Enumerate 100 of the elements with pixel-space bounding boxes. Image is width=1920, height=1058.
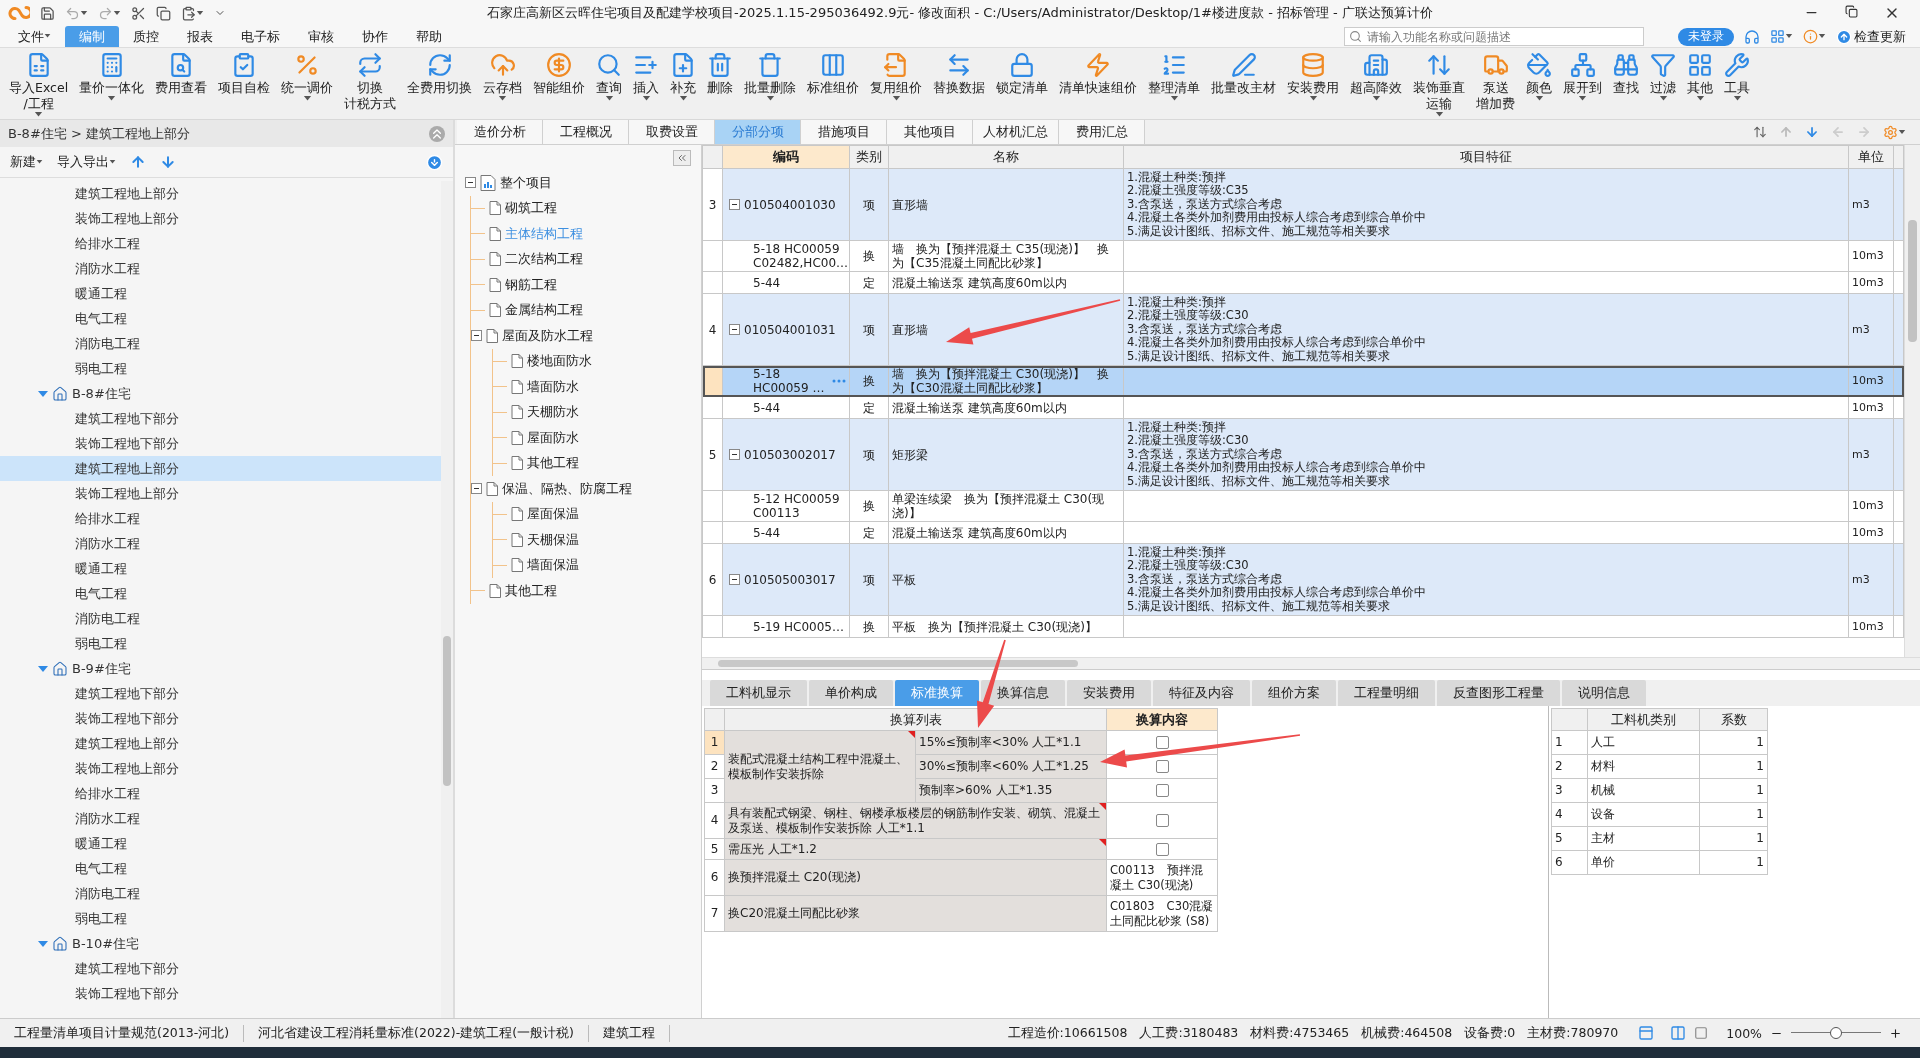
undo-icon[interactable]	[65, 5, 80, 21]
move-down-icon[interactable]	[160, 154, 176, 170]
tab[interactable]: 工程概况	[543, 120, 629, 144]
table-row[interactable]: 5-18 HC00059 C02482,HC00… 换 墙 换为【预拌混凝土 C35(现浇)】 换为【C35混凝土同配比砂浆】 10m3	[702, 240, 1904, 272]
tab[interactable]: 反查图形工程量	[1437, 680, 1560, 706]
tree-item[interactable]: 建筑工程地下部分	[0, 406, 441, 431]
tree-item[interactable]: 消防水工程	[0, 531, 441, 556]
tab[interactable]: 人材机汇总	[973, 120, 1059, 144]
checkbox[interactable]	[1155, 736, 1169, 749]
tree-item[interactable]: 天棚保温	[527, 530, 579, 549]
toolbar-button[interactable]: 补充	[667, 52, 700, 102]
toolbar-button[interactable]: 批量删除	[741, 52, 800, 102]
toolbar-button[interactable]: 删除	[704, 52, 737, 96]
tree-item[interactable]: B-8#住宅	[72, 384, 131, 403]
table-row[interactable]: 5-18 HC00059 … 换 墙 换为【预拌混凝土 C30(现浇)】 换为【C30混凝土同配比砂浆】 10m3	[702, 365, 1904, 397]
tree-item[interactable]: 装饰工程地下部分	[0, 431, 441, 456]
collapse-icon[interactable]	[729, 449, 740, 460]
toolbar-button[interactable]: 插入	[630, 52, 663, 102]
menu-tab[interactable]: 电子标	[227, 26, 294, 47]
tree-item[interactable]: 给排水工程	[0, 781, 441, 806]
checkbox[interactable]	[1155, 760, 1169, 773]
toolbar-button[interactable]: 复用组价	[867, 52, 926, 102]
table-row[interactable]: 5-44 定 混凝土输送泵 建筑高度60m以内 10m3	[702, 396, 1904, 419]
toolbar-button[interactable]: 费用查看	[152, 52, 211, 96]
tab[interactable]: 说明信息	[1562, 680, 1646, 706]
tree-item[interactable]: 建筑工程地上部分	[0, 731, 441, 756]
tree-item[interactable]: 建筑工程地上部分	[0, 181, 441, 206]
tree-item[interactable]: 装饰工程地上部分	[0, 756, 441, 781]
copy-icon[interactable]	[156, 5, 171, 21]
tree-item[interactable]: 装饰工程地上部分	[0, 481, 441, 506]
restore-icon[interactable]	[1845, 5, 1858, 18]
scrollbar[interactable]	[441, 181, 453, 1018]
search-field[interactable]: 请输入功能名称或问题描述	[1344, 27, 1644, 46]
menu-tab[interactable]: 审核	[294, 26, 348, 47]
cut-icon[interactable]	[131, 5, 146, 21]
tree-item[interactable]: 消防电工程	[0, 881, 441, 906]
move-up-icon[interactable]	[1779, 125, 1793, 139]
tree-item[interactable]: 消防水工程	[0, 256, 441, 281]
toolbar-button[interactable]: 批量改主材	[1208, 52, 1280, 96]
tree-item[interactable]: 砌筑工程	[505, 199, 557, 218]
column-header[interactable]: 名称	[888, 145, 1124, 169]
collapse-icon[interactable]	[465, 177, 476, 189]
tab[interactable]: 造价分析	[457, 120, 543, 144]
menu-tab[interactable]: 文件	[4, 26, 65, 47]
toolbar-button[interactable]: 标准组价	[804, 52, 863, 96]
column-header[interactable]: 类别	[849, 145, 889, 169]
tree-item[interactable]: 屋面防水	[527, 428, 579, 447]
tree-item[interactable]: 屋面及防水工程	[502, 326, 593, 345]
toolbar-button[interactable]: 锁定清单	[993, 52, 1052, 96]
tree-item[interactable]: 电气工程	[0, 581, 441, 606]
tab[interactable]: 特征及内容	[1153, 680, 1250, 706]
more-icon[interactable]	[832, 379, 846, 383]
paste-icon[interactable]	[181, 5, 196, 21]
tab[interactable]: 费用汇总	[1059, 120, 1145, 144]
tree-item[interactable]: 其他工程	[505, 581, 557, 600]
tree-item[interactable]: 墙面防水	[527, 377, 579, 396]
tree-item[interactable]: 装饰工程地上部分	[0, 206, 441, 231]
table-row[interactable]: 5-44 定 混凝土输送泵 建筑高度60m以内 10m3	[702, 271, 1904, 294]
checkbox[interactable]	[1155, 814, 1169, 827]
toolbar-button[interactable]: 清单快速组价	[1056, 52, 1141, 96]
tree-item[interactable]: 给排水工程	[0, 231, 441, 256]
action-button[interactable]: 导入导出	[57, 153, 116, 171]
collapse-icon[interactable]	[471, 483, 482, 495]
tree-item[interactable]: 天棚防水	[527, 403, 579, 422]
toolbar-button[interactable]: 切换 计税方式	[341, 52, 400, 112]
table-row[interactable]: 5 010503002017 项 矩形梁 1.混凝土种类:预拌 2.混凝土强度等级:C30 3.含泵送，泵送方式综合考虑 4.混凝土各类外加剂费用由投标人综合考虑到综合单价中 5.满足设计图纸、招标文件、施工规范等相关要求 m3	[702, 418, 1904, 491]
action-button[interactable]: 新建	[10, 153, 43, 171]
toolbar-button[interactable]: 导入Excel /工程	[6, 52, 72, 118]
tree-item[interactable]: 给排水工程	[0, 506, 441, 531]
move-up-icon[interactable]	[130, 154, 146, 170]
collapse-icon[interactable]	[729, 199, 740, 210]
toolbar-button[interactable]: 云存档	[480, 52, 526, 102]
tree-item[interactable]: 电气工程	[0, 306, 441, 331]
tree-item[interactable]: 装饰工程地下部分	[0, 981, 441, 1006]
tree-item[interactable]: B-10#住宅	[72, 934, 140, 953]
toolbar-button[interactable]: 工具	[1721, 52, 1754, 102]
toolbar-button[interactable]: 装饰垂直 运输	[1410, 52, 1469, 118]
toolbar-button[interactable]: 智能组价	[530, 52, 589, 96]
table-row[interactable]: 3 010504001030 项 直形墙 1.混凝土种类:预拌 2.混凝土强度等级:C35 3.含泵送，泵送方式综合考虑 4.混凝土各类外加剂费用由投标人综合考虑到综合单价中 5.满足设计图纸、招标文件、施工规范等相关要求 m3	[702, 168, 1904, 241]
toolbar-button[interactable]: 替换数据	[930, 52, 989, 96]
tab[interactable]: 单价构成	[809, 680, 893, 706]
collapse-icon[interactable]	[729, 574, 740, 585]
checkbox[interactable]	[1155, 784, 1169, 797]
login-button[interactable]: 未登录	[1678, 27, 1734, 46]
toolbar-button[interactable]: 安装费用	[1284, 52, 1343, 102]
table-row[interactable]: 5-19 HC0005… 换 平板 换为【预拌混凝土 C30(现浇)】 10m3	[702, 615, 1904, 638]
redo-icon[interactable]	[98, 5, 113, 21]
toolbar-button[interactable]: 颜色	[1523, 52, 1556, 102]
tab[interactable]: 措施项目	[801, 120, 887, 144]
tree-item[interactable]: 弱电工程	[0, 356, 441, 381]
toolbar-button[interactable]: 查询	[593, 52, 626, 102]
table-row[interactable]: 5-44 定 混凝土输送泵 建筑高度60m以内 10m3	[702, 521, 1904, 544]
tree-item[interactable]: 暖通工程	[0, 281, 441, 306]
column-header[interactable]: 单位	[1848, 145, 1894, 169]
tree-item[interactable]: 钢筋工程	[505, 275, 557, 294]
toolbar-button[interactable]: 超高降效	[1347, 52, 1406, 102]
tab[interactable]: 其他项目	[887, 120, 973, 144]
tree-item[interactable]: 建筑工程地下部分	[0, 681, 441, 706]
tree-item[interactable]: 装饰工程地下部分	[0, 706, 441, 731]
table-row[interactable]: 4 010504001031 项 直形墙 1.混凝土种类:预拌 2.混凝土强度等级:C30 3.含泵送，泵送方式综合考虑 4.混凝土各类外加剂费用由投标人综合考虑到综合单价中 5.满足设计图纸、招标文件、施工规范等相关要求 m3	[702, 293, 1904, 366]
